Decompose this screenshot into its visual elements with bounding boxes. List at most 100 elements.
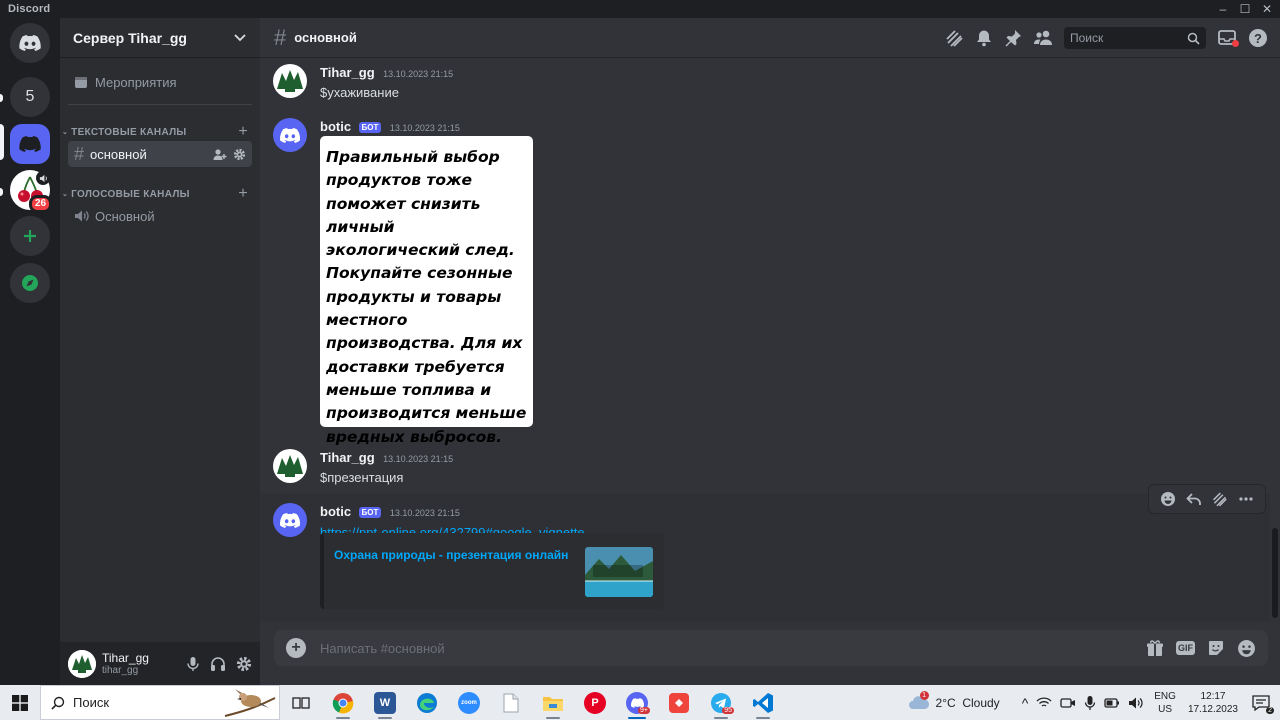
message-author[interactable]: Tihar_gg [320,450,375,465]
message-timestamp: 13.10.2023 21:15 [383,454,454,464]
file-explorer-app[interactable] [532,685,574,720]
avatar[interactable] [273,449,307,483]
meet-icon[interactable] [1060,696,1076,710]
notification-count: 2 [1266,706,1274,714]
avatar[interactable] [273,503,307,537]
more-options-icon[interactable] [1238,491,1254,507]
task-view-button[interactable] [280,685,322,720]
start-button[interactable] [0,685,40,720]
chevron-up-icon[interactable]: ^ [1022,695,1029,711]
reply-icon[interactable] [1185,491,1202,507]
channel-label: основной [90,146,147,162]
members-icon[interactable] [1033,29,1053,47]
search-input[interactable]: Поиск [1064,27,1206,49]
close-button[interactable]: ✕ [1256,0,1278,18]
channel-sidebar: Сервер Tihar_gg Мероприятия ⌄ ТЕКСТОВЫЕ … [60,18,260,685]
notification-dot [1232,40,1239,47]
add-server-button[interactable] [10,216,50,256]
server-header[interactable]: Сервер Tihar_gg [60,18,260,58]
minimize-button[interactable]: – [1212,0,1234,18]
invite-icon[interactable] [213,148,227,161]
scrollbar[interactable] [1272,528,1278,618]
message-timestamp: 13.10.2023 21:15 [389,123,460,133]
voice-channel-item[interactable]: Основной [68,206,252,226]
create-channel-icon[interactable]: + [238,185,248,203]
vscode-icon [753,692,773,713]
microphone-icon[interactable] [1084,695,1096,711]
message-author[interactable]: botic [320,119,351,134]
embed-thumbnail[interactable] [585,547,653,597]
home-button[interactable] [10,23,50,63]
running-indicator [714,717,728,719]
upload-button[interactable]: + [286,638,306,658]
emoji-icon[interactable] [1237,639,1256,658]
create-thread-icon[interactable] [1211,491,1228,507]
network-icon[interactable] [1036,696,1052,710]
add-reaction-icon[interactable] [1160,491,1176,507]
image-attachment[interactable]: Правильный выбор продуктов тоже поможет … [320,136,533,446]
taskbar-search[interactable]: Поиск [40,685,280,720]
notification-center-button[interactable]: 2 [1252,694,1274,714]
link-embed: Охрана природы - презентация онлайн [320,533,664,609]
clock[interactable]: 12:17 17.12.2023 [1188,690,1238,716]
search-placeholder: Поиск [1070,31,1104,45]
discord-unread-count: 9+ [638,707,650,714]
threads-icon[interactable] [944,29,964,47]
chat-area: # основной Поиск ? Tihar_gg 13.10.2023 2… [260,18,1280,685]
message-text: $презентация [320,470,404,485]
weather-widget[interactable]: 1 2°C Cloudy [908,690,1000,711]
text-channels-category[interactable]: ⌄ ТЕКСТОВЫЕ КАНАЛЫ + [62,123,248,141]
channel-item-osnovnoy[interactable]: # основной [68,141,252,167]
gear-icon[interactable] [236,656,252,672]
anydesk-app[interactable] [658,685,700,720]
embed-title[interactable]: Охрана природы - презентация онлайн [334,548,568,562]
pinterest-app[interactable]: P [574,685,616,720]
explore-servers-button[interactable] [10,263,50,303]
avatar[interactable] [68,649,96,678]
create-channel-icon[interactable]: + [238,123,248,141]
message-composer[interactable]: + Написать #основной GIF [274,630,1268,666]
gift-icon[interactable] [1146,639,1164,657]
server-selected-button[interactable] [10,124,50,164]
battery-icon[interactable] [1104,696,1120,710]
bell-icon[interactable] [975,29,993,47]
voice-channels-category[interactable]: ⌄ ГОЛОСОВЫЕ КАНАЛЫ + [62,185,248,203]
vscode-app[interactable] [742,685,784,720]
server-5-button[interactable]: 5 [10,77,50,117]
voice-channel-label: Основной [95,208,155,224]
telegram-app[interactable]: 95 [700,685,742,720]
chrome-app[interactable] [322,685,364,720]
message-author[interactable]: Tihar_gg [320,65,375,80]
sticker-icon[interactable] [1207,639,1225,657]
user-username: tihar_gg [102,665,139,676]
volume-icon[interactable] [1128,696,1144,710]
composer-placeholder: Написать #основной [320,640,445,656]
inbox-button[interactable] [1217,29,1239,47]
avatar[interactable] [273,118,307,152]
zoom-app[interactable]: zoom [448,685,490,720]
message-actions [1148,484,1266,514]
compass-icon [22,275,38,291]
notepad-app[interactable] [490,685,532,720]
language-indicator[interactable]: ENG US [1154,690,1176,716]
pinterest-icon: P [584,691,606,714]
gear-icon[interactable] [233,148,246,161]
pin-icon[interactable] [1004,29,1022,47]
avatar[interactable] [273,64,307,98]
maximize-button[interactable]: ☐ [1234,0,1256,18]
events-item[interactable]: Мероприятия [68,72,252,92]
edge-app[interactable] [406,685,448,720]
zoom-icon: zoom [458,691,480,714]
taskbar-search-label: Поиск [73,695,110,710]
category-label: ГОЛОСОВЫЕ КАНАЛЫ [71,188,190,200]
message-author[interactable]: botic [320,504,351,519]
help-icon[interactable]: ? [1248,28,1268,48]
unread-indicator [0,188,3,196]
anydesk-icon [669,692,689,713]
word-app[interactable]: W [364,685,406,720]
clock-date: 17.12.2023 [1187,703,1238,715]
microphone-icon[interactable] [186,656,200,672]
headphones-icon[interactable] [210,656,226,672]
gif-button[interactable]: GIF [1176,641,1195,655]
discord-app[interactable]: 9+ [616,685,658,720]
